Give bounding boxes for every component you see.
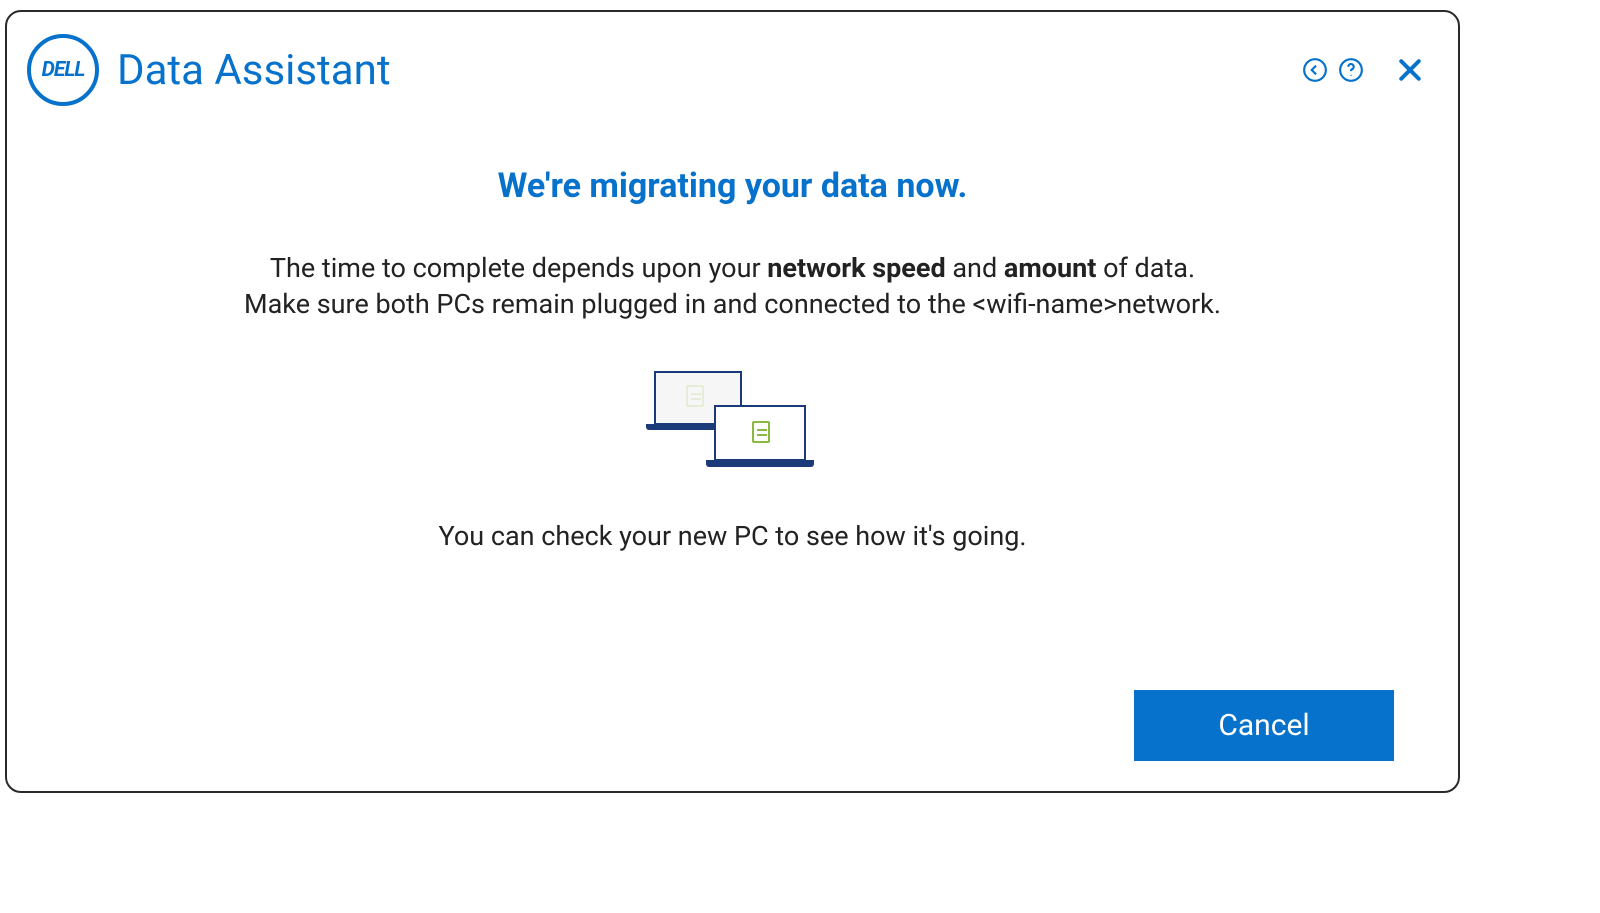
description-line-2: Make sure both PCs remain plugged in and… — [67, 286, 1398, 322]
dell-logo-icon: DELL — [27, 34, 99, 106]
sub-text: You can check your new PC to see how it'… — [67, 520, 1398, 552]
window-controls — [1300, 50, 1430, 90]
app-title: Data Assistant — [117, 46, 391, 95]
migration-illustration-icon — [648, 371, 818, 476]
cancel-button[interactable]: Cancel — [1134, 690, 1394, 761]
wifi-name-placeholder: <wifi-name> — [973, 288, 1118, 320]
document-icon — [752, 421, 770, 443]
text-fragment: of data. — [1096, 252, 1195, 284]
text-fragment: The time to complete depends upon your — [270, 252, 767, 284]
text-fragment: Make sure both PCs remain plugged in and… — [244, 288, 973, 320]
titlebar: DELL Data Assistant — [7, 12, 1458, 106]
brand: DELL Data Assistant — [27, 34, 391, 106]
dell-logo-text: DELL — [42, 58, 85, 82]
text-fragment: and — [946, 252, 1004, 284]
back-icon[interactable] — [1300, 55, 1330, 85]
main-content: We're migrating your data now. The time … — [7, 106, 1458, 552]
footer: Cancel — [1134, 690, 1394, 761]
new-pc-icon — [714, 405, 806, 461]
text-bold-network-speed: network speed — [767, 252, 945, 284]
text-fragment: network. — [1117, 288, 1221, 320]
document-icon — [686, 385, 704, 407]
headline: We're migrating your data now. — [67, 166, 1398, 206]
close-icon[interactable] — [1390, 50, 1430, 90]
text-bold-amount: amount — [1004, 252, 1096, 284]
help-icon[interactable] — [1336, 55, 1366, 85]
description-line-1: The time to complete depends upon your n… — [67, 250, 1398, 286]
app-window: DELL Data Assistant — [5, 10, 1460, 793]
